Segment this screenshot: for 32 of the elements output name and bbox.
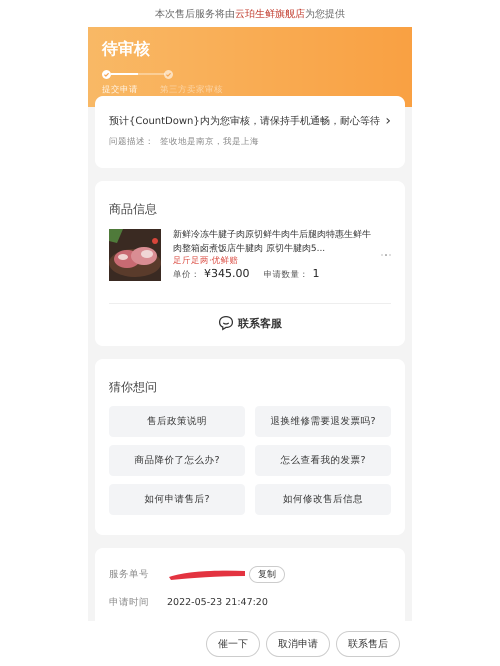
status-title: 待审核 [102,39,151,59]
progress-line [111,73,165,75]
question-button[interactable]: 如何申请售后? [109,484,245,515]
step-label: 第三方卖家审核 [160,84,223,96]
section-title: 猜你想问 [109,379,158,396]
question-button[interactable]: 售后政策说明 [109,406,245,437]
info-label: 服务单号 [109,568,150,580]
more-icon[interactable] [381,252,391,256]
question-button[interactable]: 怎么查看我的发票? [255,445,391,476]
unit-price: ¥345.00 [204,267,250,280]
section-title: 商品信息 [109,201,158,218]
action-button[interactable]: 催一下 [206,630,260,656]
description-label: 问题描述： [109,137,154,147]
quantity-value: 1 [312,267,320,280]
chevron-icon[interactable]: › [385,115,391,127]
price-label: 单价： [173,269,200,281]
action-button[interactable]: 取消申请 [266,630,330,656]
info-value: 2022-05-23 21:47:20 [167,596,268,608]
question-button[interactable]: 商品降价了怎么办? [109,445,245,476]
product-name: 新鲜冷冻牛腱子肉原切鲜牛肉牛后腿肉特惠生鲜牛肉整箱卤煮饭店牛腱肉 原切牛腱肉5... [173,228,372,256]
review-message: 预计{CountDown}内为您审核，请保持手机通畅，耐心等待 [109,114,380,128]
description-text: 签收地是南京，我是上海 [160,137,259,147]
step-label: 提交申请 [102,84,138,96]
product-tag: 足斤足两·优鲜赔 [173,256,373,267]
action-button[interactable]: 联系售后 [336,630,400,656]
question-button[interactable]: 退换维修需要退发票吗? [255,406,391,437]
chat-icon [218,315,234,331]
provider-notice: 本次售后服务将由云珀生鲜旗舰店为您提供 [154,8,346,22]
question-button[interactable]: 如何修改售后信息 [255,484,391,515]
copy-button[interactable]: 复制 [249,566,285,582]
info-label: 申请时间 [109,596,150,608]
quantity-label: 申请数量： [264,269,308,281]
